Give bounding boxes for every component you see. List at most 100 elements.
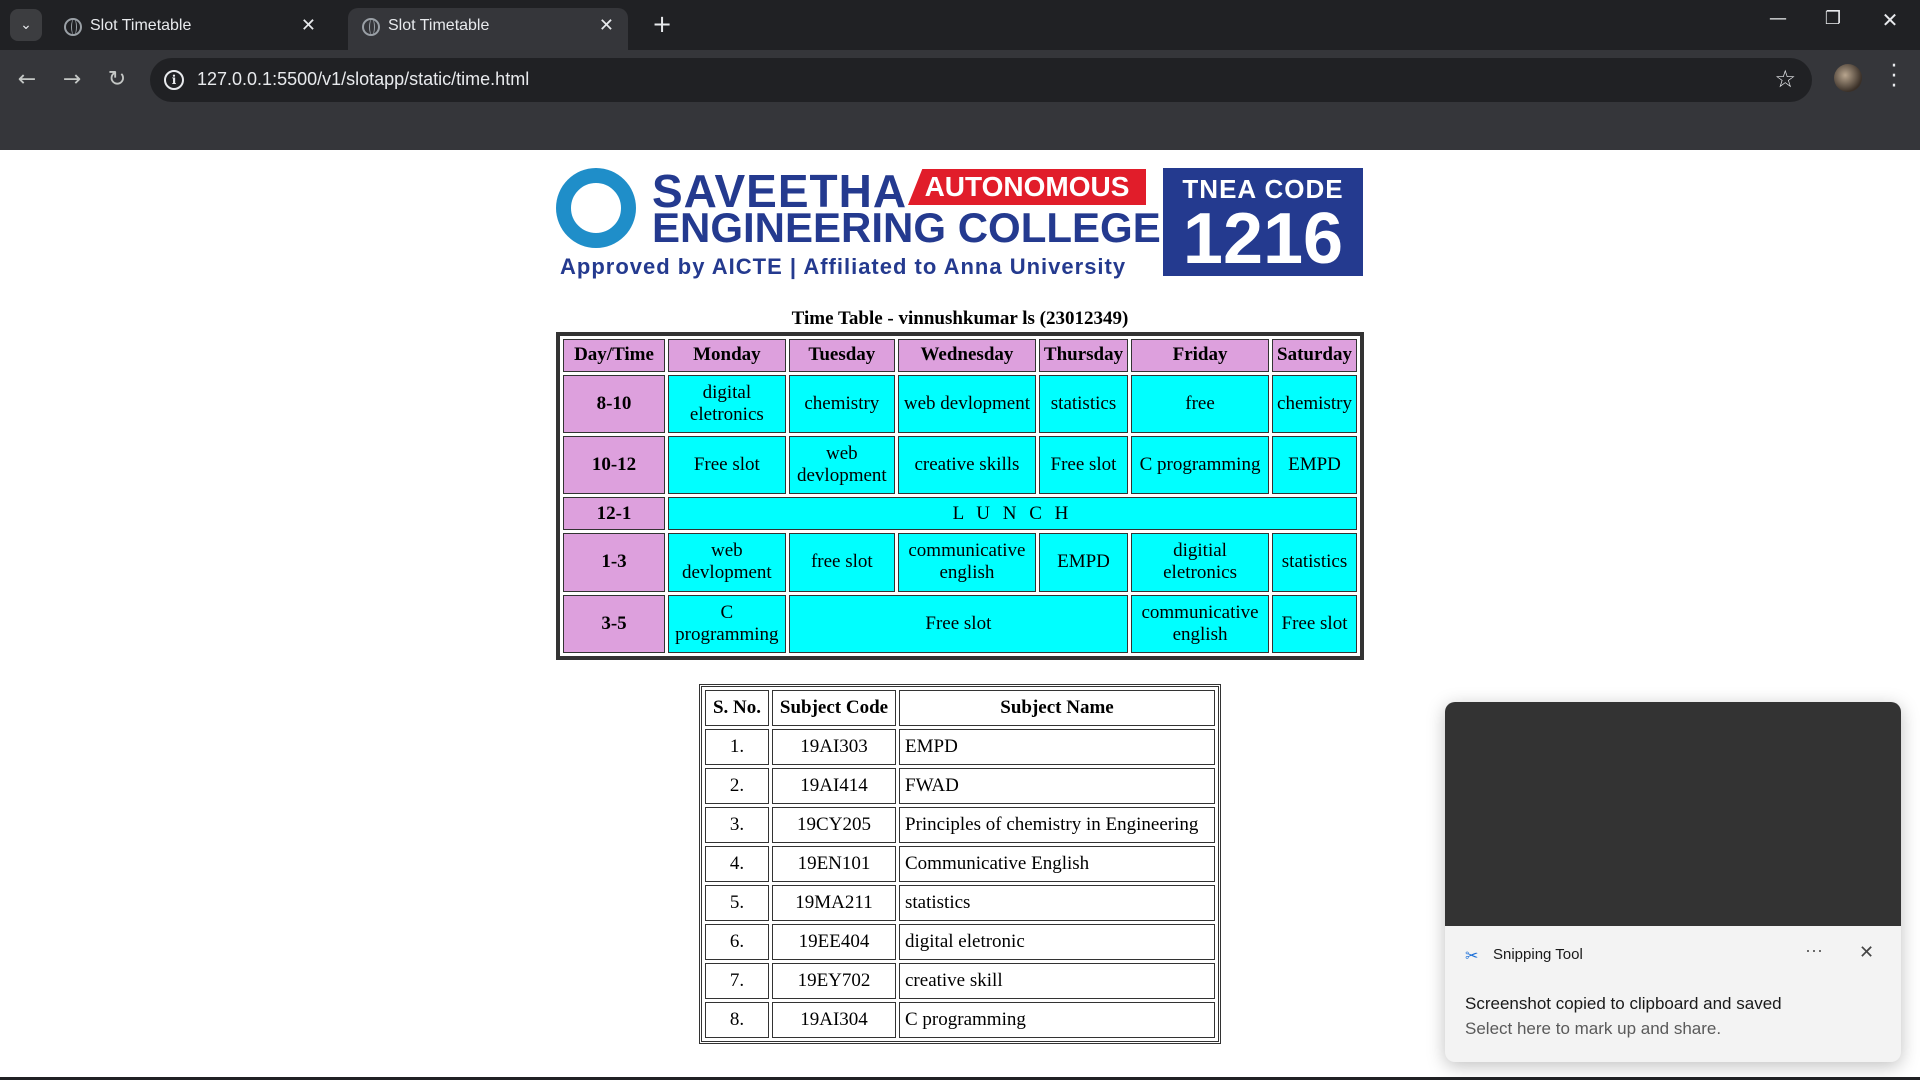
time-slot: 8-10 [563, 374, 665, 434]
header-wednesday: Wednesday [897, 339, 1036, 372]
class-cell: Free slot [788, 594, 1129, 653]
more-options-icon[interactable]: ··· [1805, 940, 1823, 961]
timetable-row: 1-3 web devlopment free slot communicati… [563, 533, 1357, 592]
table-row: 4. 19EN101 Communicative English [705, 846, 1215, 882]
forward-arrow-icon[interactable]: → [55, 63, 89, 97]
timetable-row: 10-12 Free slot web devlopment creative … [563, 436, 1357, 495]
class-cell: creative skills [897, 436, 1036, 495]
screenshot-preview[interactable] [1445, 702, 1901, 926]
name-cell: EMPD [899, 729, 1215, 765]
timetable-row-lunch: 12-1 L U N C H [563, 497, 1357, 531]
table-row: 8. 19AI304 C programming [705, 1002, 1215, 1038]
tab-slot-timetable-1[interactable]: Slot Timetable ✕ [50, 8, 330, 50]
class-cell: web devlopment [897, 374, 1036, 434]
tab-slot-timetable-2[interactable]: Slot Timetable ✕ [348, 8, 628, 50]
class-cell: communicative english [1131, 594, 1269, 653]
tnea-code-box: TNEA CODE 1216 [1163, 168, 1363, 276]
timetable-caption: Time Table - vinnushkumar ls (23012349) [791, 308, 1129, 329]
reload-icon[interactable]: ↻ [100, 63, 134, 97]
name-cell: Principles of chemistry in Engineering [899, 807, 1215, 843]
time-slot: 1-3 [563, 533, 665, 592]
sno-cell: 2. [705, 768, 769, 804]
name-cell: FWAD [899, 768, 1215, 804]
profile-avatar[interactable] [1834, 64, 1862, 92]
browser-toolbar: ← → ↻ i 127.0.0.1:5500/v1/slotapp/static… [0, 50, 1920, 150]
minimize-icon[interactable]: — [1758, 8, 1798, 29]
time-slot: 3-5 [563, 594, 665, 653]
timetable-row: 3-5 C programming Free slot communicativ… [563, 594, 1357, 653]
table-row: 7. 19EY702 creative skill [705, 963, 1215, 999]
url-text[interactable]: 127.0.0.1:5500/v1/slotapp/static/time.ht… [197, 69, 529, 90]
site-info-icon[interactable]: i [164, 70, 184, 90]
restore-icon[interactable]: ❐ [1813, 8, 1853, 29]
back-arrow-icon[interactable]: ← [10, 63, 44, 97]
notification-message: Screenshot copied to clipboard and saved [1465, 994, 1782, 1013]
class-cell: digital eletronics [668, 374, 786, 434]
code-cell: 19AI303 [772, 729, 896, 765]
code-cell: 19AI414 [772, 768, 896, 804]
close-tab-icon[interactable]: ✕ [301, 15, 316, 36]
tab-search-button[interactable]: ⌄ [10, 9, 42, 41]
sno-cell: 5. [705, 885, 769, 921]
class-cell: Free slot [1272, 594, 1357, 653]
code-cell: 19EE404 [772, 924, 896, 960]
class-cell: web devlopment [788, 436, 895, 495]
class-cell: EMPD [1038, 533, 1129, 592]
table-row: 3. 19CY205 Principles of chemistry in En… [705, 807, 1215, 843]
close-window-icon[interactable]: ✕ [1870, 8, 1910, 32]
sno-cell: 3. [705, 807, 769, 843]
class-cell: digitial eletronics [1131, 533, 1269, 592]
tab-title: Slot Timetable [388, 17, 490, 34]
name-cell: statistics [899, 885, 1215, 921]
name-cell: C programming [899, 1002, 1215, 1038]
subjects-table: S. No. Subject Code Subject Name 1. 19AI… [699, 684, 1221, 1044]
tab-title: Slot Timetable [90, 17, 192, 34]
sno-cell: 8. [705, 1002, 769, 1038]
snipping-notification[interactable]: ✂ Snipping Tool ··· ✕ Screenshot copied … [1445, 702, 1901, 1062]
header-monday: Monday [668, 339, 786, 372]
code-cell: 19MA211 [772, 885, 896, 921]
globe-icon [362, 18, 380, 36]
tab-bar: ⌄ Slot Timetable ✕ Slot Timetable ✕ + — … [0, 0, 1920, 50]
header-tuesday: Tuesday [788, 339, 895, 372]
sno-cell: 4. [705, 846, 769, 882]
timetable-header-row: Day/Time Monday Tuesday Wednesday Thursd… [563, 339, 1357, 372]
close-notification-icon[interactable]: ✕ [1859, 942, 1874, 963]
code-cell: 19CY205 [772, 807, 896, 843]
class-cell: free slot [788, 533, 895, 592]
header-day-time: Day/Time [563, 339, 665, 372]
sno-cell: 6. [705, 924, 769, 960]
name-cell: digital eletronic [899, 924, 1215, 960]
timetable: Day/Time Monday Tuesday Wednesday Thursd… [556, 332, 1364, 660]
class-cell: C programming [668, 594, 786, 653]
table-row: 5. 19MA211 statistics [705, 885, 1215, 921]
table-row: 6. 19EE404 digital eletronic [705, 924, 1215, 960]
header-subject-code: Subject Code [772, 690, 896, 726]
notification-subtext: Select here to mark up and share. [1465, 1019, 1722, 1038]
snipping-tool-icon: ✂ [1465, 948, 1479, 965]
class-cell: chemistry [788, 374, 895, 434]
lunch-cell: L U N C H [668, 497, 1357, 531]
logo-tagline: Approved by AICTE | Affiliated to Anna U… [560, 254, 1127, 279]
table-row: 1. 19AI303 EMPD [705, 729, 1215, 765]
new-tab-button[interactable]: + [648, 10, 676, 38]
close-tab-icon[interactable]: ✕ [599, 15, 614, 36]
header-sno: S. No. [705, 690, 769, 726]
name-cell: creative skill [899, 963, 1215, 999]
class-cell: free [1131, 374, 1269, 434]
class-cell: Free slot [668, 436, 786, 495]
class-cell: Free slot [1038, 436, 1129, 495]
more-menu-icon[interactable]: · · · [1884, 56, 1904, 98]
time-slot: 10-12 [563, 436, 665, 495]
table-row: 2. 19AI414 FWAD [705, 768, 1215, 804]
name-cell: Communicative English [899, 846, 1215, 882]
bookmark-star-icon[interactable]: ☆ [1774, 65, 1796, 93]
sno-cell: 7. [705, 963, 769, 999]
tnea-code: 1216 [1182, 199, 1344, 279]
seal-center [568, 180, 624, 236]
header-thursday: Thursday [1038, 339, 1129, 372]
address-bar[interactable]: i 127.0.0.1:5500/v1/slotapp/static/time.… [150, 58, 1812, 102]
header-subject-name: Subject Name [899, 690, 1215, 726]
header-friday: Friday [1131, 339, 1269, 372]
notification-app-name: Snipping Tool [1493, 946, 1583, 963]
